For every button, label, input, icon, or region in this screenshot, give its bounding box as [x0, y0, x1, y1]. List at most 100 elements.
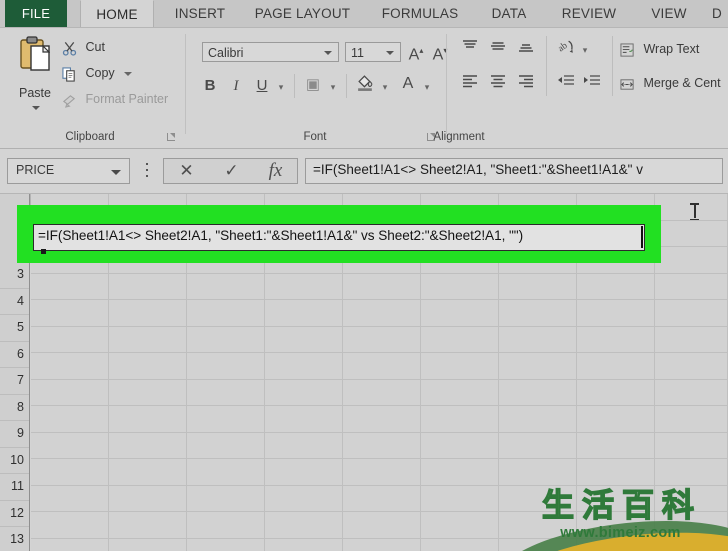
cut-button[interactable]: Cut [62, 36, 105, 58]
grid-cell[interactable] [343, 406, 421, 433]
row-header[interactable]: 3 [0, 262, 29, 289]
orientation-button[interactable]: ab [554, 38, 578, 62]
grid-cell[interactable] [31, 485, 109, 512]
align-right-button[interactable] [514, 72, 538, 95]
grid-cell[interactable] [343, 512, 421, 539]
font-size-combobox[interactable]: 11 [345, 42, 401, 62]
grid-cell[interactable] [577, 485, 655, 512]
tab-developer[interactable]: D [706, 0, 728, 28]
copy-dropdown-caret[interactable] [124, 71, 133, 76]
borders-button[interactable]: ▣ [302, 75, 324, 95]
fill-handle[interactable] [41, 249, 46, 254]
grid-cell[interactable] [655, 512, 728, 539]
grid-cell[interactable] [577, 379, 655, 406]
cancel-formula-button[interactable]: ✕ [164, 159, 209, 183]
font-family-caret-icon[interactable] [324, 51, 332, 55]
copy-button[interactable]: Copy [62, 62, 133, 84]
grid-cell[interactable] [577, 353, 655, 380]
tab-review[interactable]: REVIEW [548, 0, 630, 28]
enter-formula-button[interactable]: ✓ [209, 159, 254, 183]
tab-insert[interactable]: INSERT [160, 0, 240, 28]
grid-cell[interactable] [265, 406, 343, 433]
grid-cell[interactable] [109, 432, 187, 459]
grow-font-button[interactable]: A▴ [406, 41, 426, 65]
grid-cell[interactable] [343, 485, 421, 512]
row-header[interactable]: 13 [0, 527, 29, 551]
grid-cell[interactable] [577, 406, 655, 433]
grid-cell[interactable] [31, 406, 109, 433]
grid-cell[interactable] [187, 512, 265, 539]
grid-cell[interactable] [109, 406, 187, 433]
grid-cell[interactable] [343, 273, 421, 300]
grid-cell[interactable] [499, 432, 577, 459]
grid-cell[interactable] [265, 459, 343, 486]
grid-cell[interactable] [577, 326, 655, 353]
grid-cell[interactable] [577, 538, 655, 551]
grid-cell[interactable] [499, 353, 577, 380]
font-size-caret-icon[interactable] [386, 51, 394, 55]
paste-button[interactable]: Paste [8, 32, 62, 116]
grid-cell[interactable] [421, 485, 499, 512]
grid-cell[interactable] [577, 432, 655, 459]
grid-cell[interactable] [343, 300, 421, 327]
grid-cell[interactable] [31, 432, 109, 459]
underline-dropdown-caret[interactable]: ▾ [274, 77, 288, 97]
row-header[interactable]: 8 [0, 395, 29, 421]
grid-cell[interactable] [109, 379, 187, 406]
grid-cell[interactable] [265, 379, 343, 406]
grid-cell[interactable] [421, 406, 499, 433]
grid-cell[interactable] [187, 406, 265, 433]
grid-cell[interactable] [421, 379, 499, 406]
align-left-button[interactable] [458, 72, 482, 95]
grid-cell[interactable] [31, 353, 109, 380]
align-top-button[interactable] [458, 38, 482, 61]
grid-cell[interactable] [265, 512, 343, 539]
align-middle-button[interactable] [486, 38, 510, 61]
grid-cell[interactable] [109, 326, 187, 353]
grid-cell[interactable] [187, 273, 265, 300]
name-box-caret-icon[interactable] [111, 170, 121, 175]
grid-cell[interactable] [577, 512, 655, 539]
grid-cell[interactable] [187, 432, 265, 459]
grid-cell[interactable] [265, 432, 343, 459]
font-color-dropdown-caret[interactable]: ▾ [420, 77, 434, 97]
shrink-font-button[interactable]: A▾ [430, 41, 450, 65]
grid-cell[interactable] [31, 538, 109, 551]
grid-cell[interactable] [265, 485, 343, 512]
grid-cell[interactable] [109, 459, 187, 486]
grid-cell[interactable] [499, 485, 577, 512]
grid-cell[interactable] [109, 300, 187, 327]
grid-cell[interactable] [265, 300, 343, 327]
formula-input[interactable]: =IF(Sheet1!A1<> Sheet2!A1, "Sheet1:"&She… [305, 158, 723, 184]
grid-cell[interactable] [655, 538, 728, 551]
grid-cell[interactable] [421, 353, 499, 380]
align-center-button[interactable] [486, 72, 510, 95]
fill-color-button[interactable] [354, 73, 376, 97]
merge-center-button[interactable]: Merge & Cent [620, 72, 721, 94]
grid-cell[interactable] [421, 432, 499, 459]
tab-page-layout[interactable]: PAGE LAYOUT [240, 0, 365, 28]
grid-cell[interactable] [31, 379, 109, 406]
tab-file[interactable]: FILE [5, 0, 67, 28]
grid-cell[interactable] [343, 379, 421, 406]
grid-cell[interactable] [499, 273, 577, 300]
tab-data[interactable]: DATA [480, 0, 538, 28]
grid-cell[interactable] [421, 273, 499, 300]
font-family-combobox[interactable]: Calibri [202, 42, 339, 62]
row-header[interactable]: 7 [0, 368, 29, 395]
grid-cell[interactable] [499, 326, 577, 353]
increase-indent-button[interactable] [580, 72, 604, 95]
grid-cell[interactable] [265, 538, 343, 551]
grid-cell[interactable] [109, 273, 187, 300]
grid-cell[interactable] [655, 485, 728, 512]
grid-cell[interactable] [421, 512, 499, 539]
tab-home[interactable]: HOME [80, 0, 154, 29]
orientation-dropdown-caret[interactable]: ▾ [578, 40, 592, 60]
grid-cell[interactable] [343, 353, 421, 380]
grid-cell[interactable] [187, 485, 265, 512]
grid-cell[interactable] [655, 326, 728, 353]
grid-cell[interactable] [499, 459, 577, 486]
grid-cell[interactable] [265, 353, 343, 380]
grid-cell[interactable] [655, 432, 728, 459]
grid-cell[interactable] [421, 326, 499, 353]
